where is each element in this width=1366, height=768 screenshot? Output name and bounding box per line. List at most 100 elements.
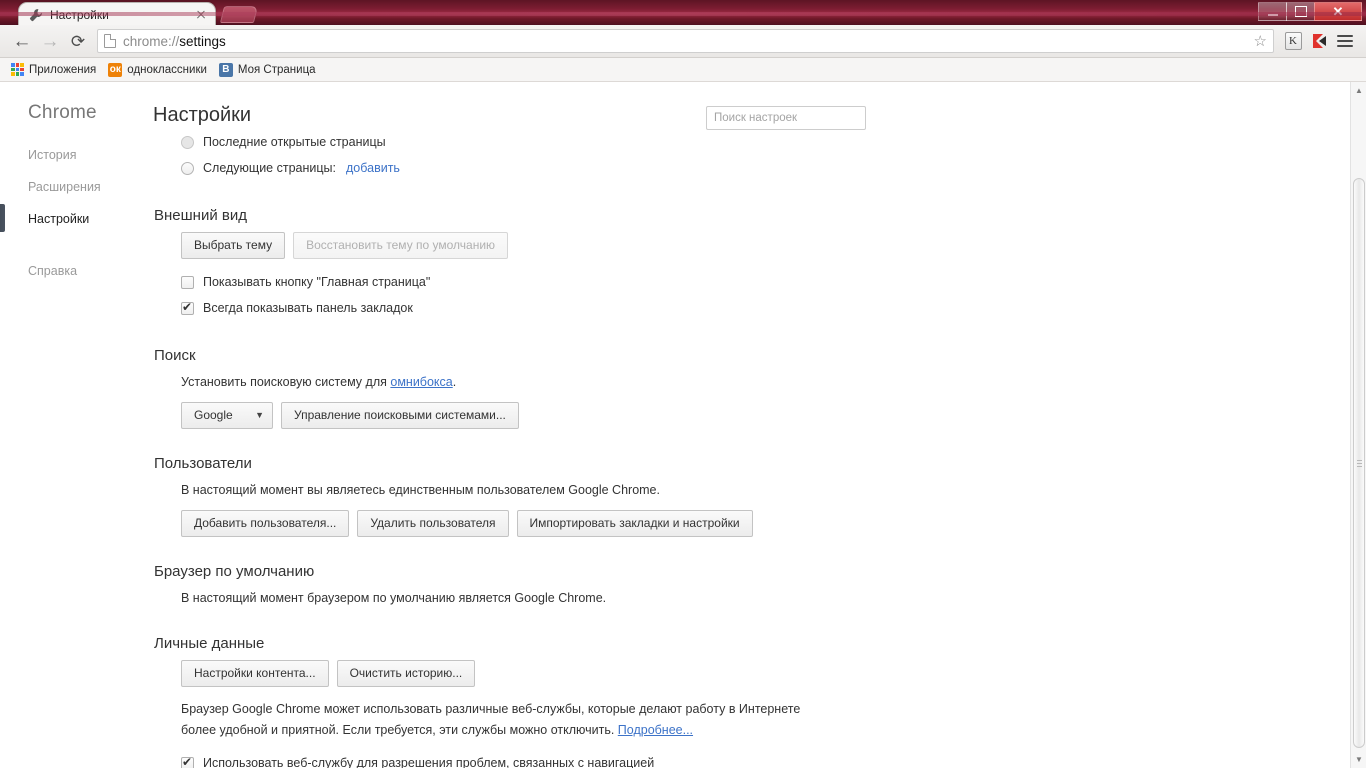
url-scheme: chrome:// — [123, 33, 180, 49]
checkbox-show-bookmarks-bar[interactable] — [181, 300, 194, 315]
users-buttons: Добавить пользователя... Удалить пользов… — [181, 510, 1342, 537]
search-heading: Поиск — [154, 347, 196, 364]
tab-close-icon[interactable] — [193, 7, 209, 23]
forward-arrow-icon: → — [40, 30, 60, 52]
vk-icon: В — [218, 62, 233, 77]
show-home-button-option[interactable]: Показывать кнопку "Главная страница" — [181, 269, 1342, 295]
reload-button[interactable]: ⟳ — [64, 27, 92, 55]
sidebar-item-extensions[interactable]: Расширения — [0, 174, 152, 200]
search-settings-input[interactable]: Поиск настроек — [706, 106, 866, 130]
chevron-down-icon: ▼ — [255, 410, 264, 420]
search-engine-select[interactable]: Google ▼ — [181, 402, 273, 429]
radio-last-pages[interactable] — [181, 135, 194, 149]
scrollbar-grip-icon — [1357, 458, 1362, 469]
scroll-down-arrow-icon[interactable]: ▼ — [1351, 751, 1366, 768]
browser-toolbar: ← → ⟳ chrome://settings ☆ K — [0, 25, 1366, 58]
apps-grid-icon — [11, 63, 24, 76]
search-description-after: . — [452, 375, 457, 389]
close-button[interactable]: ✕ — [1314, 2, 1362, 21]
maximize-button[interactable] — [1286, 2, 1315, 21]
startup-option-specific-pages[interactable]: Следующие страницы: добавить — [181, 155, 1342, 181]
menu-icon — [1337, 35, 1353, 47]
extension-kaspersky-button[interactable] — [1306, 28, 1332, 54]
content-settings-button[interactable]: Настройки контента... — [181, 660, 329, 687]
title-bar: Настройки ✕ — [0, 0, 1366, 25]
sidebar-item-history-label: История — [28, 148, 77, 162]
startup-option-last-pages-label: Последние открытые страницы — [203, 135, 386, 149]
bookmarks-bar: Приложения ок одноклассники В Моя Страни… — [0, 58, 1366, 82]
personal-data-buttons: Настройки контента... Очистить историю..… — [181, 660, 1342, 687]
back-button[interactable]: ← — [8, 27, 36, 55]
personal-data-description-text: Браузер Google Chrome может использовать… — [181, 702, 801, 737]
manage-search-engines-button[interactable]: Управление поисковыми системами... — [281, 402, 519, 429]
search-description-before: Установить поисковую систему для — [181, 375, 391, 389]
radio-specific-pages[interactable] — [181, 161, 194, 175]
navigation-error-option[interactable]: Использовать веб-службу для разрешения п… — [181, 750, 1342, 768]
minimize-button[interactable] — [1258, 2, 1287, 21]
add-user-button[interactable]: Добавить пользователя... — [181, 510, 350, 537]
chrome-menu-button[interactable] — [1332, 28, 1358, 54]
omnibox-link[interactable]: омнибокса — [390, 375, 452, 389]
address-bar[interactable]: chrome://settings ☆ — [97, 29, 1274, 53]
page-scrollbar[interactable]: ▲ ▼ — [1350, 82, 1366, 768]
bookmark-apps[interactable]: Приложения — [9, 61, 102, 78]
choose-theme-button[interactable]: Выбрать тему — [181, 232, 286, 259]
forward-button[interactable]: → — [36, 27, 64, 55]
extension-k-icon: K — [1284, 32, 1302, 50]
browser-tab[interactable]: Настройки — [18, 2, 216, 25]
bookmark-vk[interactable]: В Моя Страница — [217, 61, 322, 79]
personal-data-description: Браузер Google Chrome может использовать… — [181, 699, 801, 741]
import-bookmarks-settings-button[interactable]: Импортировать закладки и настройки — [516, 510, 753, 537]
show-bookmarks-bar-option[interactable]: Всегда показывать панель закладок — [181, 295, 1342, 321]
sidebar-item-settings-label: Настройки — [28, 212, 90, 226]
kaspersky-icon — [1310, 32, 1328, 50]
address-bar-url: chrome://settings — [123, 34, 226, 49]
sidebar-item-settings[interactable]: Настройки — [0, 204, 152, 232]
checkbox-show-home-button[interactable] — [181, 275, 194, 289]
startup-option-specific-pages-label: Следующие страницы: — [203, 161, 336, 175]
page-icon — [104, 34, 116, 48]
new-tab-button[interactable] — [219, 6, 259, 23]
bookmark-star-icon[interactable]: ☆ — [1254, 34, 1267, 49]
scroll-up-arrow-icon[interactable]: ▲ — [1351, 82, 1366, 99]
sidebar-item-extensions-label: Расширения — [28, 180, 101, 194]
back-arrow-icon: ← — [12, 30, 32, 52]
chrome-brand-label: Chrome — [28, 102, 97, 123]
search-engine-value: Google — [194, 408, 233, 422]
url-path: settings — [179, 33, 226, 49]
reset-theme-button: Восстановить тему по умолчанию — [293, 232, 509, 259]
bookmark-apps-label: Приложения — [29, 63, 97, 76]
close-icon: ✕ — [1332, 3, 1344, 19]
clear-history-button[interactable]: Очистить историю... — [336, 660, 476, 687]
search-settings-placeholder: Поиск настроек — [714, 112, 798, 124]
sidebar-item-help-label: Справка — [28, 264, 78, 278]
default-browser-description: В настоящий момент браузером по умолчани… — [181, 591, 607, 605]
checkbox-navigation-error-service[interactable] — [181, 755, 194, 768]
search-controls: Google ▼ Управление поисковыми системами… — [181, 402, 1342, 429]
delete-user-button[interactable]: Удалить пользователя — [357, 510, 509, 537]
settings-page: Chrome История Расширения Настройки Спра… — [0, 82, 1366, 768]
sidebar-item-history[interactable]: История — [0, 142, 152, 168]
show-bookmarks-bar-label: Всегда показывать панель закладок — [203, 301, 413, 315]
bookmark-odnoklassniki[interactable]: ок одноклассники — [106, 61, 213, 79]
add-startup-page-link[interactable]: добавить — [346, 161, 400, 175]
search-description: Установить поисковую систему для омнибок… — [181, 372, 801, 393]
show-home-button-label: Показывать кнопку "Главная страница" — [203, 275, 431, 289]
sidebar-item-help[interactable]: Справка — [0, 258, 152, 284]
settings-sidebar: Chrome История Расширения Настройки Спра… — [0, 82, 152, 768]
users-heading: Пользователи — [154, 455, 252, 472]
appearance-heading: Внешний вид — [154, 207, 247, 224]
tab-title: Настройки — [50, 8, 109, 22]
appearance-buttons: Выбрать тему Восстановить тему по умолча… — [181, 232, 1342, 259]
scrollbar-thumb[interactable] — [1353, 178, 1365, 748]
wrench-icon — [28, 7, 44, 23]
personal-data-heading: Личные данные — [154, 635, 265, 652]
users-description: В настоящий момент вы являетесь единстве… — [181, 483, 660, 497]
reload-icon: ⟳ — [70, 31, 86, 51]
startup-option-last-pages[interactable]: Последние открытые страницы — [181, 135, 1342, 155]
browser-window: Настройки ✕ ← → ⟳ chrome://settings ☆ K … — [0, 0, 1366, 768]
settings-content: Настройки Поиск настроек Последние откры… — [152, 82, 1342, 768]
navigation-error-label: Использовать веб-службу для разрешения п… — [203, 756, 655, 768]
learn-more-link[interactable]: Подробнее... — [618, 723, 693, 737]
extension-k-button[interactable]: K — [1280, 28, 1306, 54]
